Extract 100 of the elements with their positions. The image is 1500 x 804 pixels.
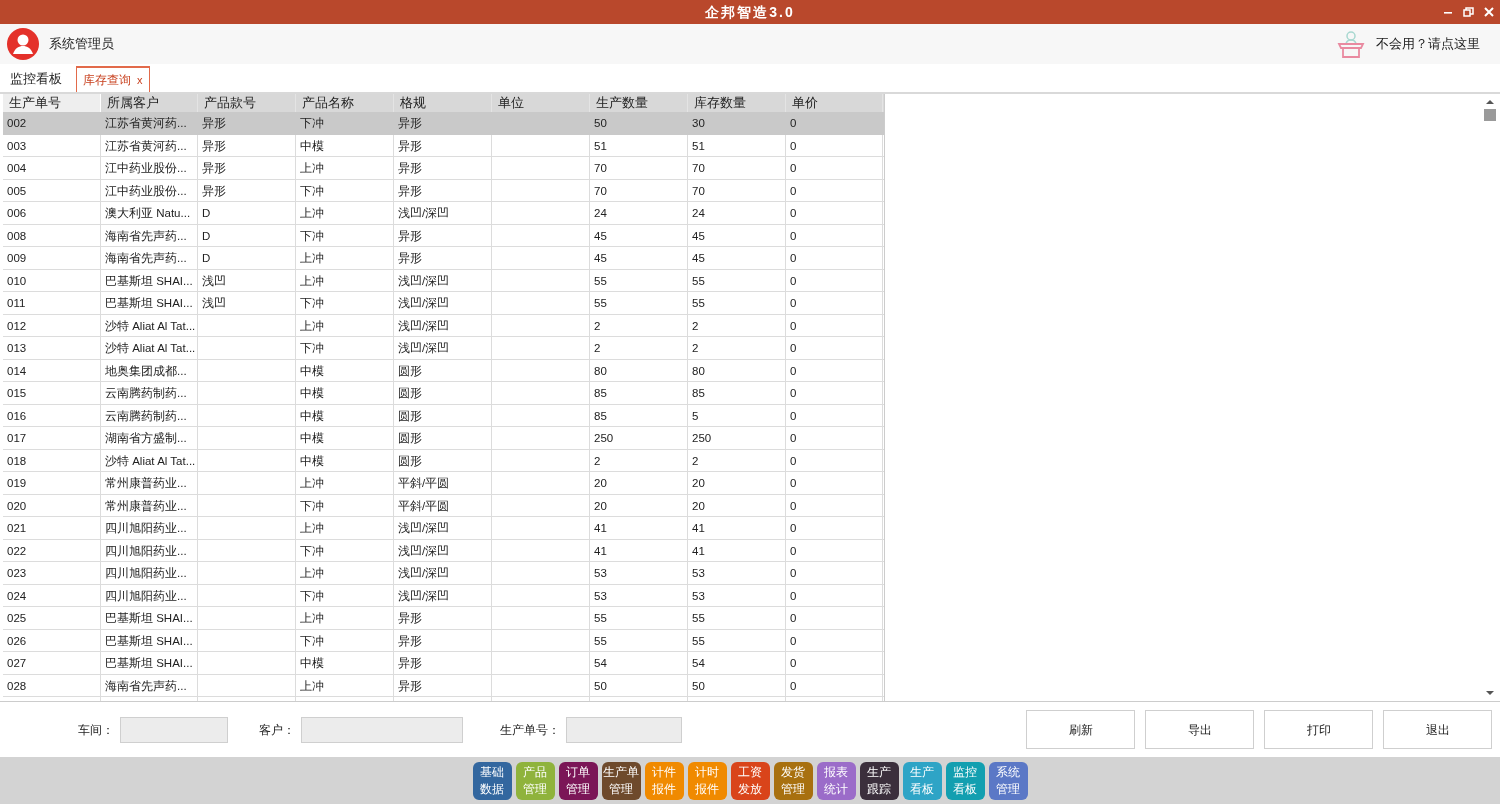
close-icon[interactable] [1484,7,1494,17]
table-row[interactable]: 010 巴基斯坦 SHAI... 浅凹 上冲 浅凹/深凹 55 55 0 [3,269,884,292]
table-cell: 上冲 [296,157,394,179]
column-header[interactable]: 生产单号 [3,94,101,112]
table-cell: 2 [688,337,786,359]
table-cell: 巴基斯坦 SHAI... [101,652,198,674]
tab[interactable]: 监控看板 [4,66,68,92]
customer-input[interactable] [301,716,463,743]
table-cell: 55 [590,607,688,629]
filter-label: 客户： [259,721,295,739]
table-cell: 中模 [296,449,394,471]
table-row[interactable]: 017 湖南省方盛制... 中模 圆形 250 250 0 [3,427,884,450]
module-tile[interactable]: 生产 跟踪 [859,761,899,800]
table-row[interactable]: 006 澳大利亚 Natu... D 上冲 浅凹/深凹 24 24 0 [3,202,884,225]
table-cell: 圆形 [394,404,492,426]
table-cell: 圆形 [394,427,492,449]
table-cell: 海南省先声药... [101,224,198,246]
module-tile[interactable]: 工资 发放 [730,761,770,800]
table-row[interactable]: 012 沙特 Aliat Al Tat... 上冲 浅凹/深凹 2 2 0 [3,314,884,337]
table-cell-text: 30 [691,116,706,131]
table-cell: 014 [3,359,101,381]
table-row[interactable]: 026 巴基斯坦 SHAI... 下冲 异形 55 55 0 [3,629,884,652]
table-cell: 80 [688,359,786,381]
table-cell: 中模 [296,652,394,674]
table-cell: 下冲 [296,224,394,246]
table-row[interactable]: 015 云南腾药制药... 中模 圆形 85 85 0 [3,382,884,405]
tab[interactable]: 库存查询 x [76,66,150,92]
table-row[interactable]: 013 沙特 Aliat Al Tat... 下冲 浅凹/深凹 2 2 0 [3,337,884,360]
table-cell: 上冲 [296,674,394,696]
table-cell: 0 [786,517,883,539]
module-tile[interactable]: 发货 管理 [773,761,813,800]
table-cell: 009 [3,247,101,269]
action-button[interactable]: 导出 [1145,710,1254,749]
module-tile[interactable]: 系统 管理 [988,761,1028,800]
table-cell: 浅凹/深凹 [394,269,492,291]
scroll-down-icon[interactable] [1485,688,1495,698]
action-button[interactable]: 打印 [1264,710,1373,749]
table-row[interactable]: 005 江中药业股份... 异形 下冲 异形 70 70 0 [3,179,884,202]
table-row[interactable]: 027 巴基斯坦 SHAI... 中模 异形 54 54 0 [3,652,884,675]
table-cell: 023 [3,562,101,584]
table-cell: 0 [786,607,883,629]
table-cell: 41 [590,539,688,561]
table-cell: 250 [590,427,688,449]
table-cell: 24 [590,202,688,224]
table-row[interactable]: 020 常州康普药业... 下冲 平斜/平圆 20 20 0 [3,494,884,517]
module-tile[interactable]: 订单 管理 [558,761,598,800]
action-button[interactable]: 刷新 [1026,710,1135,749]
table-row[interactable]: 028 海南省先声药... 上冲 异形 50 50 0 [3,674,884,697]
table-cell: 异形 [394,247,492,269]
table-row[interactable]: 011 巴基斯坦 SHAI... 浅凹 下冲 浅凹/深凹 55 55 0 [3,292,884,315]
order-number-input[interactable] [566,716,682,743]
table-cell: 下冲 [296,584,394,606]
table-cell: 常州康普药业... [101,494,198,516]
table-cell: 50 [590,674,688,696]
table-cell: 0 [786,629,883,651]
restore-icon[interactable] [1463,7,1474,17]
table-cell: 0 [786,202,883,224]
module-tile[interactable]: 生产单 管理 [601,761,641,800]
table-cell: 海南省先声药... [101,247,198,269]
table-cell: 55 [688,607,786,629]
table-cell: 0 [786,472,883,494]
table-cell: 015 [3,382,101,404]
help-link[interactable]: 不会用？请点这里 [1376,34,1480,54]
action-button[interactable]: 退出 [1383,710,1492,749]
table-cell: 0 [786,359,883,381]
table-cell: 0 [786,134,883,156]
table-row[interactable]: 024 四川旭阳药业... 下冲 浅凹/深凹 53 53 0 [3,584,884,607]
table-row[interactable]: 002 江苏省黄河药... 异形 下冲 异形 50 30 0 [3,112,884,135]
table-row[interactable]: 019 常州康普药业... 上冲 平斜/平圆 20 20 0 [3,472,884,495]
table-cell: 中模 [296,382,394,404]
table-row[interactable]: 003 江苏省黄河药... 异形 中模 异形 51 51 0 [3,134,884,157]
table-cell: 70 [590,157,688,179]
table-row[interactable]: 016 云南腾药制药... 中模 圆形 85 5 0 [3,404,884,427]
table-cell: 53 [688,562,786,584]
module-tile[interactable]: 基础 数据 [472,761,512,800]
table-row[interactable]: 021 四川旭阳药业... 上冲 浅凹/深凹 41 41 0 [3,517,884,540]
table-cell: 巴基斯坦 SHAI... [101,292,198,314]
table-row[interactable]: 004 江中药业股份... 异形 上冲 异形 70 70 0 [3,157,884,180]
tab-close-button[interactable]: x [137,71,143,89]
table-row[interactable]: 025 巴基斯坦 SHAI... 上冲 异形 55 55 0 [3,607,884,630]
table-row[interactable]: 014 地奥集团成都... 中模 圆形 80 80 0 [3,359,884,382]
table-cell: 江苏省黄河药... [101,134,198,156]
table-row[interactable]: 008 海南省先声药... D 下冲 异形 45 45 0 [3,224,884,247]
table-cell: 0 [786,562,883,584]
table-cell: 浅凹/深凹 [394,539,492,561]
workshop-input[interactable] [120,716,228,743]
table-row[interactable]: 022 四川旭阳药业... 下冲 浅凹/深凹 41 41 0 [3,539,884,562]
scroll-thumb[interactable] [1484,109,1496,121]
table-cell: 0 [786,179,883,201]
table-cell: 53 [590,584,688,606]
table-cell: 006 [3,202,101,224]
table-cell: 浅凹/深凹 [394,562,492,584]
module-tile[interactable]: 报表 统计 [816,761,856,800]
table-cell: 沙特 Aliat Al Tat... [101,449,198,471]
table-row[interactable]: 018 沙特 Aliat Al Tat... 中模 圆形 2 2 0 [3,449,884,472]
scroll-up-icon[interactable] [1485,97,1495,107]
table-row[interactable]: 009 海南省先声药... D 上冲 异形 45 45 0 [3,247,884,270]
table-row[interactable]: 023 四川旭阳药业... 上冲 浅凹/深凹 53 53 0 [3,562,884,585]
window-title: 企邦智造3.0 [705,2,795,22]
table-cell: 巴基斯坦 SHAI... [101,269,198,291]
